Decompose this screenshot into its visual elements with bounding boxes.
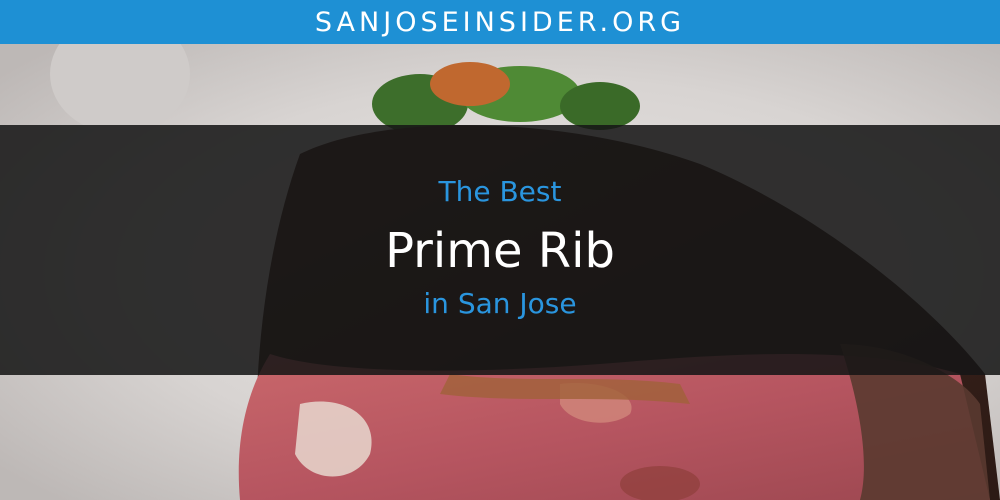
site-banner: SANJOSEINSIDER.ORG xyxy=(0,0,1000,44)
title-block: The Best Prime Rib in San Jose xyxy=(0,125,1000,375)
page-title: Prime Rib xyxy=(385,223,615,279)
hero-card: SANJOSEINSIDER.ORG The Best Prime Rib in… xyxy=(0,0,1000,500)
title-prefix: The Best xyxy=(438,175,562,208)
site-name[interactable]: SANJOSEINSIDER.ORG xyxy=(315,7,685,38)
title-location: in San Jose xyxy=(423,287,577,320)
